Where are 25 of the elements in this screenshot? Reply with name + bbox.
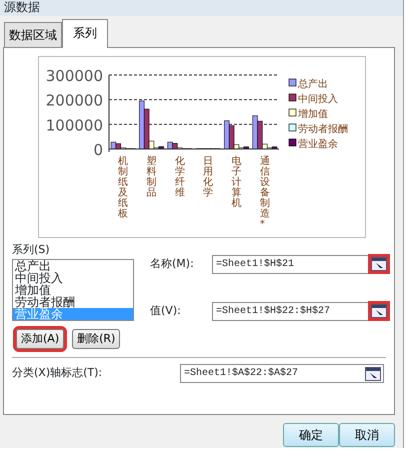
axis-tick-label: 100000: [46, 116, 103, 134]
category-label: 通信设备制造*: [260, 156, 270, 230]
category-label: 机制纸及纸板: [118, 156, 128, 220]
legend-item: 营业盈余: [288, 138, 338, 150]
category-label: 化学纤维: [174, 156, 185, 198]
category-label: 日用化学: [203, 156, 214, 198]
field-label: 分类(X)轴标志(T):: [12, 365, 104, 382]
legend-label: 营业盈余: [298, 138, 338, 150]
legend-item: 增加值: [288, 108, 328, 120]
legend-item: 总产出: [288, 78, 328, 90]
window-title: 源数据: [0, 0, 403, 16]
axis-tick-label: 300000: [46, 67, 103, 85]
category-label: 电子计算机: [232, 156, 242, 209]
legend-label: 总产出: [297, 78, 328, 90]
axis-tick-label: 0: [93, 141, 103, 159]
legend-label: 增加值: [297, 108, 328, 120]
axis-tick-label: 200000: [46, 92, 103, 110]
legend-item: 劳动者报酬: [288, 124, 348, 135]
field-label: 名称(M):: [150, 256, 195, 272]
group-label: 系列(S): [12, 243, 50, 256]
field-label: 值(V):: [150, 302, 182, 319]
legend-item: 中间投入: [288, 94, 338, 105]
legend-label: 劳动者报酬: [298, 123, 348, 135]
category-label: 塑料制品: [146, 156, 156, 198]
legend-label: 中间投入: [298, 93, 338, 105]
